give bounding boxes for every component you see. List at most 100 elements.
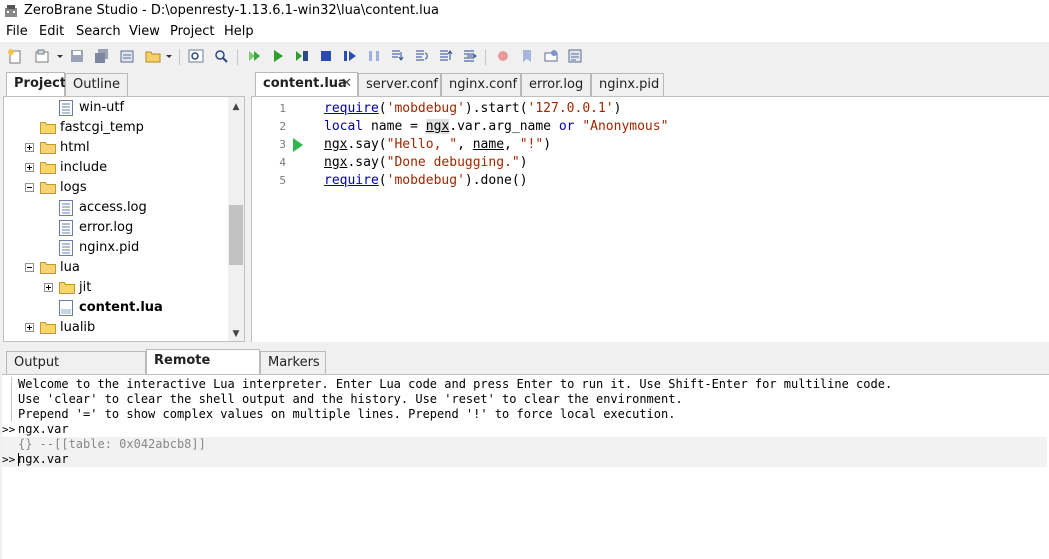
run-icon <box>274 50 283 62</box>
tab-markers[interactable]: Markers <box>260 351 326 374</box>
collapse-toggle[interactable] <box>25 183 34 192</box>
tab-outline[interactable]: Outline <box>65 73 128 96</box>
tree-item-fastcgi-temp[interactable]: fastcgi_temp <box>4 118 229 138</box>
code-line-1: require('mobdebug').start('127.0.0.1') <box>324 101 622 116</box>
tree-item-label: nginx.pid <box>79 240 140 255</box>
open-file-button[interactable] <box>33 47 51 65</box>
pause-button[interactable] <box>365 47 383 65</box>
tree-scrollbar-thumb[interactable] <box>229 205 243 265</box>
project-directory-button[interactable] <box>118 47 136 65</box>
scroll-up-arrow[interactable]: ▲ <box>228 100 244 114</box>
console-prompt: >> <box>2 423 16 436</box>
run-to-cursor-button[interactable] <box>293 47 311 65</box>
console-current-input[interactable]: ngx.var <box>18 452 69 467</box>
expand-toggle[interactable] <box>25 143 34 152</box>
run-to-line-icon <box>464 50 477 62</box>
stack-button[interactable] <box>566 47 584 65</box>
tree-item-error-log[interactable]: error.log <box>4 218 229 238</box>
menu-file[interactable]: File <box>6 24 28 39</box>
expand-toggle[interactable] <box>44 283 53 292</box>
new-file-button[interactable] <box>6 47 24 65</box>
watch-button[interactable] <box>542 47 560 65</box>
tree-item-content-lua[interactable]: content.lua <box>4 298 229 318</box>
tab-label: content.lua <box>263 76 347 91</box>
recent-projects-button[interactable] <box>144 47 162 65</box>
tab-content-lua[interactable]: content.lua ✕ <box>255 72 358 97</box>
tab-nginx-conf[interactable]: nginx.conf <box>441 73 521 96</box>
bookmark-button[interactable] <box>518 47 536 65</box>
tab-nginx-pid[interactable]: nginx.pid <box>591 73 664 96</box>
tree-item-lua[interactable]: lua <box>4 258 229 278</box>
tree-item-label: access.log <box>79 200 147 215</box>
find-button[interactable] <box>187 47 205 65</box>
folder-icon <box>40 142 56 154</box>
tab-remote-console[interactable]: Remote console <box>146 349 260 390</box>
stack-icon <box>568 49 582 63</box>
run-button[interactable] <box>269 47 287 65</box>
text-file-icon <box>59 100 73 116</box>
collapse-toggle[interactable] <box>25 263 34 272</box>
run-debugger-button[interactable] <box>245 47 263 65</box>
tree-item-label: win-utf <box>79 100 125 115</box>
run-to-line-button[interactable] <box>461 47 479 65</box>
tab-server-conf[interactable]: server.conf <box>358 73 441 96</box>
tab-output[interactable]: Output (suspended) <box>6 351 146 392</box>
line-number: 1 <box>279 102 286 115</box>
step-out-button[interactable] <box>437 47 455 65</box>
menu-search[interactable]: Search <box>76 24 121 39</box>
tab-project[interactable]: Project <box>6 72 66 97</box>
find-in-files-button[interactable] <box>212 47 230 65</box>
tree-item-lualib[interactable]: lualib <box>4 318 229 338</box>
tree-item-access-log[interactable]: access.log <box>4 198 229 218</box>
line-number: 3 <box>279 138 286 151</box>
line-number: 4 <box>279 156 286 169</box>
code-editor[interactable]: 1 2 3 4 5 require('mobdebug').start('127… <box>251 96 1049 342</box>
project-directory-icon <box>120 50 134 63</box>
expand-toggle[interactable] <box>25 163 34 172</box>
menu-project[interactable]: Project <box>170 24 214 39</box>
save-all-button[interactable] <box>93 47 111 65</box>
step-out-icon <box>440 50 453 61</box>
menu-view[interactable]: View <box>129 24 160 39</box>
tree-item-label: html <box>60 140 90 155</box>
text-file-icon <box>59 240 73 256</box>
tree-item-html[interactable]: html <box>4 138 229 158</box>
run-to-cursor-icon <box>296 51 308 61</box>
step-over-icon <box>416 50 428 61</box>
tree-item-label: error.log <box>79 220 134 235</box>
toolbar-separator <box>237 49 238 65</box>
console-result-line: {} --[[table: 0x042abcb8]] <box>18 437 206 451</box>
tree-item-label: include <box>60 160 108 175</box>
save-button[interactable] <box>68 47 86 65</box>
console-prompt: >> <box>2 453 16 466</box>
scroll-down-arrow[interactable]: ▼ <box>228 327 244 341</box>
app-icon <box>5 5 17 17</box>
line-number: 2 <box>279 120 286 133</box>
tab-error-log[interactable]: error.log <box>521 73 591 96</box>
remote-console[interactable]: Welcome to the interactive Lua interpret… <box>2 374 1049 559</box>
tree-item-jit[interactable]: jit <box>4 278 229 298</box>
close-tab-icon[interactable]: ✕ <box>341 73 352 95</box>
menu-edit[interactable]: Edit <box>39 24 64 39</box>
console-line: Welcome to the interactive Lua interpret… <box>18 377 893 391</box>
tree-item-win-utf[interactable]: win-utf <box>4 98 229 118</box>
tree-item-include[interactable]: include <box>4 158 229 178</box>
tree-item-label: lualib <box>60 320 96 335</box>
recent-projects-dropdown-arrow[interactable] <box>166 55 172 58</box>
step-into-button[interactable] <box>389 47 407 65</box>
tree-item-nginx-pid[interactable]: nginx.pid <box>4 238 229 258</box>
open-folder-icon <box>40 182 56 194</box>
tree-item-logs[interactable]: logs <box>4 178 229 198</box>
open-dropdown-arrow[interactable] <box>57 55 63 58</box>
breakpoint-icon <box>498 51 508 61</box>
step-over-line-button[interactable] <box>413 47 431 65</box>
code-line-3: ngx.say("Hello, ", name, "!") <box>324 137 552 152</box>
step-over-button[interactable] <box>341 47 359 65</box>
expand-toggle[interactable] <box>25 323 34 332</box>
menu-help[interactable]: Help <box>224 24 254 39</box>
tree-item-label: content.lua <box>79 300 163 315</box>
stop-button[interactable] <box>317 47 335 65</box>
step-into-icon <box>392 50 404 61</box>
folder-icon <box>40 122 56 134</box>
toggle-breakpoint-button[interactable] <box>494 47 512 65</box>
